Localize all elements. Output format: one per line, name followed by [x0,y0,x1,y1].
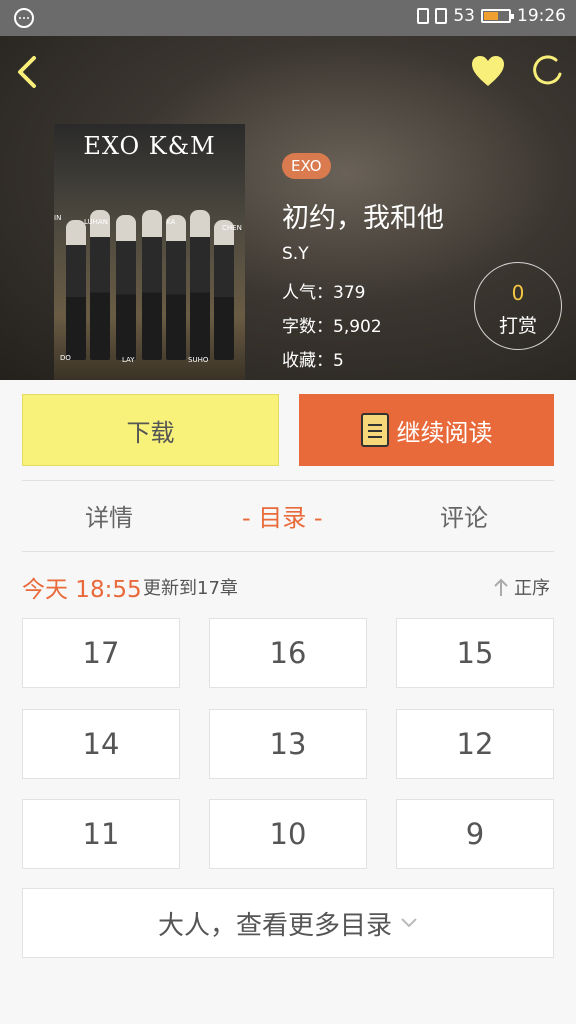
chapter-button[interactable]: 16 [209,618,367,688]
chapter-button[interactable]: 11 [22,799,180,869]
divider [22,551,554,552]
sim-icon-2 [435,8,448,24]
chapter-button[interactable]: 12 [396,709,554,779]
battery-percent: 53 [453,6,475,26]
book-icon [360,413,389,447]
refresh-icon[interactable] [530,54,564,88]
chapter-button[interactable]: 10 [209,799,367,869]
cover-name: KA [166,218,176,226]
status-bar: 53 19:26 [0,0,576,36]
reward-count: 0 [511,281,525,305]
tab-catalog[interactable]: - 目录 - [242,498,323,533]
book-cover[interactable]: EXO K&M LUHAN KA CHEN DO LAY SUHO IN [54,124,245,380]
favorites-stat: 收藏：5 [282,351,344,371]
chapter-button[interactable]: 17 [22,618,180,688]
arrow-up-icon [494,578,508,596]
more-catalog-label: 大人，查看更多目录 [157,910,392,941]
tab-details[interactable]: 详情 [85,498,133,533]
back-arrow-icon[interactable] [14,52,40,92]
cover-title: EXO K&M [83,132,216,160]
more-catalog-button[interactable]: 大人，查看更多目录 [22,888,554,958]
book-title: 初约，我和他 [282,203,444,234]
battery-icon [481,9,514,23]
cover-name: LUHAN [84,218,108,226]
cover-name: IN [54,214,62,222]
cover-name: SUHO [188,356,209,364]
heart-icon[interactable] [470,54,506,88]
book-author[interactable]: S.Y [282,244,309,264]
cover-name: DO [60,354,71,362]
chapter-button[interactable]: 9 [396,799,554,869]
reward-button[interactable]: 0 打赏 [474,262,562,350]
reward-label: 打赏 [498,315,537,337]
continue-reading-label: 继续阅读 [396,418,493,447]
category-tag[interactable]: EXO [282,153,331,179]
more-dots-icon [14,8,34,28]
word-count-stat: 字数：5,902 [282,317,382,337]
download-button[interactable]: 下载 [22,394,279,466]
continue-reading-button[interactable]: 继续阅读 [299,394,554,466]
tab-comments[interactable]: 评论 [440,498,488,533]
chapter-button[interactable]: 15 [396,618,554,688]
update-time: 今天 18:55 [22,577,142,603]
popularity-stat: 人气：379 [282,283,366,303]
divider [22,480,554,481]
sort-label: 正序 [514,578,550,599]
update-text: 更新到17章 [143,578,238,599]
chevron-down-icon [401,918,417,928]
clock: 19:26 [517,6,566,26]
chapter-button[interactable]: 13 [209,709,367,779]
sort-order-toggle[interactable]: 正序 [492,574,550,600]
cover-name: LAY [122,356,135,364]
cover-name: CHEN [222,224,242,232]
download-label: 下载 [126,418,175,447]
sim-icon [417,8,430,24]
chapter-button[interactable]: 14 [22,709,180,779]
